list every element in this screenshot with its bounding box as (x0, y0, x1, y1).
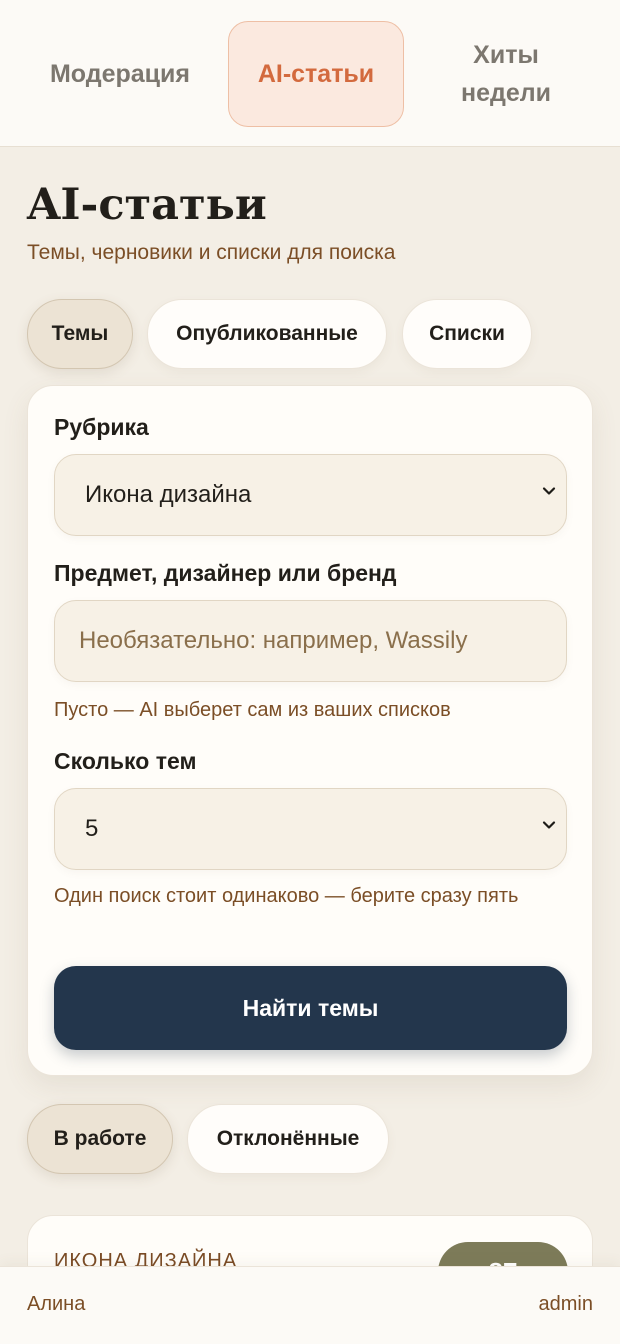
tab-label: Опубликованные (176, 322, 358, 345)
tab-label: Отклонённые (216, 1127, 360, 1150)
tab-label: Темы (51, 322, 109, 345)
tab-label: Списки (429, 322, 505, 345)
subject-input[interactable]: Необязательно: например, Wassily (54, 600, 567, 682)
nav-tab-weekly-hits[interactable]: Хиты недели (420, 21, 592, 127)
user-role: admin (538, 1293, 593, 1315)
rubric-label: Рубрика (54, 414, 149, 440)
page-title: AI-статьи (27, 180, 267, 230)
find-topics-button[interactable]: Найти темы (54, 966, 567, 1050)
top-navigation: Модерация AI-статьи Хиты недели (0, 0, 620, 147)
count-select[interactable]: 5 (54, 788, 567, 870)
chevron-down-icon (542, 487, 556, 495)
bottom-bar: Алина admin (0, 1266, 620, 1344)
count-label: Сколько тем (54, 748, 197, 774)
nav-tab-ai-articles[interactable]: AI-статьи (228, 21, 404, 127)
current-user[interactable]: Алина (27, 1293, 85, 1316)
tab-rejected[interactable]: Отклонённые (187, 1104, 389, 1174)
subject-label: Предмет, дизайнер или бренд (54, 560, 397, 586)
subject-input-placeholder: Необязательно: например, Wassily (79, 627, 468, 654)
tab-in-progress[interactable]: В работе (27, 1104, 173, 1174)
nav-tab-label: AI-статьи (257, 60, 375, 88)
nav-tab-moderation[interactable]: Модерация (28, 21, 212, 127)
chevron-down-icon (542, 821, 556, 829)
count-hint: Один поиск стоит одинаково — берите сраз… (54, 885, 519, 907)
tab-published[interactable]: Опубликованные (147, 299, 387, 369)
page-subtitle: Темы, черновики и списки для поиска (27, 241, 396, 264)
nav-tab-label: Модерация (49, 60, 191, 88)
find-topics-label: Найти темы (242, 994, 379, 1021)
count-select-value: 5 (85, 815, 99, 842)
tab-label: В работе (53, 1127, 147, 1150)
topic-search-form: Рубрика Икона дизайна Предмет, дизайнер … (27, 385, 593, 1076)
subject-hint: Пусто — AI выберет сам из ваших списков (54, 699, 451, 721)
rubric-select[interactable]: Икона дизайна (54, 454, 567, 536)
nav-tab-label: Хиты недели (460, 41, 552, 107)
rubric-select-value: Икона дизайна (85, 481, 252, 508)
tab-topics[interactable]: Темы (27, 299, 133, 369)
tab-lists[interactable]: Списки (402, 299, 532, 369)
